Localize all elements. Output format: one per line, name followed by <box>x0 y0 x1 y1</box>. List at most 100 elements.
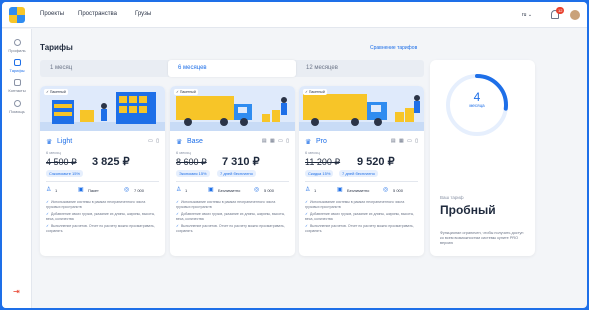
discount-badge: Экономия 15% <box>176 170 210 177</box>
tab-12-months[interactable]: 12 месяцев <box>296 60 424 77</box>
plan-card-light[interactable]: ✓ Пакетный ♛ Light ▭ ▯ 6 месяц 4 500 ₽ 3… <box>40 86 165 256</box>
discount-badge: Скидка 15% <box>305 170 334 177</box>
plan-period: 6 месяц <box>305 150 320 155</box>
tab-1-month[interactable]: 1 месяц <box>40 60 168 77</box>
discount-badge: Сэкономьте 15% <box>46 170 84 177</box>
your-plan-label: Ваш тариф <box>440 195 464 200</box>
plan-name: Light <box>57 138 73 145</box>
feature-item: ✓ Добавление своих грузов, указание их дл… <box>305 212 415 221</box>
current-plan-name: Пробный <box>440 203 496 217</box>
user-icon: ♙ <box>176 187 182 193</box>
nav-spaces[interactable]: Пространства <box>78 11 117 17</box>
weight-value: 5 000 <box>393 188 404 193</box>
plan-period: 6 месяц <box>46 150 61 155</box>
feature-item: ✓ Выполнение расчетов. Отчет по расчету м… <box>176 224 285 233</box>
period-tabs: 1 месяц 6 месяцев 12 месяцев <box>40 60 424 77</box>
plan-period: 6 месяц <box>176 150 191 155</box>
feature-item: ✓ Использование системы в рамках неограни… <box>305 200 405 209</box>
app-window: Проекты Пространства Грузы ru ⌄ 12 Профи… <box>2 2 587 308</box>
divider <box>305 181 418 182</box>
plan-name: Base <box>187 138 203 145</box>
avatar[interactable] <box>570 10 580 20</box>
feature-item: ✓ Выполнение расчетов. Отчет по расчету м… <box>305 224 414 233</box>
weight-icon: ◎ <box>254 187 260 193</box>
users-count: 1 <box>55 188 58 193</box>
language-select[interactable]: ru ⌄ <box>522 12 532 18</box>
feature-item: ✓ Добавление своих грузов, указание их дл… <box>46 212 156 221</box>
device-icons: ▤ ▦ ▭ ▯ <box>390 138 419 144</box>
plan-illustration: ✓ Пакетный <box>40 86 165 131</box>
app-logo[interactable] <box>9 7 25 23</box>
page-title: Тарифы <box>40 43 73 52</box>
crown-icon: ♛ <box>46 139 53 146</box>
remaining-unit: месяца <box>469 103 485 108</box>
wallet-icon <box>13 59 21 66</box>
new-price: 9 520 ₽ <box>357 156 395 168</box>
box-icon: ▣ <box>337 187 343 193</box>
old-price: 8 600 ₽ <box>176 157 207 167</box>
weight-value: 7 000 <box>134 188 145 193</box>
sidebar-item-label: Контакты <box>8 88 26 93</box>
plan-illustration: ✓ Пакетный <box>170 86 295 131</box>
device-icons: ▭ ▯ <box>148 138 160 144</box>
sidebar: Профиль Тарифы Контакты Помощь ⇥ <box>2 29 32 308</box>
compare-tariffs-link[interactable]: Сравнение тарифов <box>370 45 417 51</box>
sidebar-item-tariffs[interactable]: Тарифы <box>2 59 32 73</box>
weight-icon: ◎ <box>383 187 389 193</box>
nav-projects[interactable]: Проекты <box>40 11 64 17</box>
nav-cargo[interactable]: Грузы <box>135 11 151 17</box>
person-icon <box>13 39 21 46</box>
help-icon <box>13 100 21 107</box>
crown-icon: ♛ <box>176 139 183 146</box>
old-price: 4 500 ₽ <box>46 157 77 167</box>
feature-item: ✓ Выполнение расчетов. Отчет по расчету м… <box>46 224 155 233</box>
box-icon: ▣ <box>208 187 214 193</box>
plan-illustration: ✓ Пакетный <box>299 86 424 131</box>
weight-icon: ◎ <box>124 187 130 193</box>
hero-label: ✓ Пакетный <box>174 89 198 95</box>
device-icons: ▤ ▦ ▭ ▯ <box>261 138 290 144</box>
weight-value: 5 000 <box>264 188 275 193</box>
packs-value: Безлимитно <box>347 188 370 193</box>
packs-value: Пакет <box>88 188 99 193</box>
old-price: 11 200 ₽ <box>305 157 341 167</box>
feature-item: ✓ Добавление своих грузов, указание их дл… <box>176 212 286 221</box>
logout-icon[interactable]: ⇥ <box>13 287 20 296</box>
remaining-value: 4 <box>473 90 481 104</box>
sidebar-item-label: Профиль <box>8 48 26 53</box>
plan-specs: ♙ 1 ▣ Безлимитно ◎ 5 000 <box>305 187 419 195</box>
crown-icon: ♛ <box>305 139 312 146</box>
trial-badge: 7 дней бесплатно <box>217 170 256 177</box>
packs-value: Безлимитно <box>218 188 241 193</box>
plan-card-pro[interactable]: ✓ Пакетный ♛ Pro ▤ ▦ ▭ ▯ 6 месяц 11 200 … <box>299 86 424 256</box>
new-price: 3 825 ₽ <box>92 156 130 168</box>
sidebar-item-profile[interactable]: Профиль <box>2 39 32 53</box>
trial-badge: 7 дней бесплатно <box>339 170 378 177</box>
hero-label: ✓ Пакетный <box>44 89 68 95</box>
users-count: 1 <box>185 188 188 193</box>
plan-card-base[interactable]: ✓ Пакетный ♛ Base ▤ ▦ ▭ ▯ 6 месяц 8 600 … <box>170 86 295 256</box>
sidebar-item-help[interactable]: Помощь <box>2 100 32 114</box>
box-icon: ▣ <box>78 187 84 193</box>
user-icon: ♙ <box>305 187 311 193</box>
trial-note: Функционал ограничен, чтобы получить дос… <box>440 231 524 245</box>
hero-label: ✓ Пакетный <box>303 89 327 95</box>
plan-specs: ♙ 1 ▣ Безлимитно ◎ 5 000 <box>176 187 290 195</box>
tab-6-months[interactable]: 6 месяцев <box>168 60 296 77</box>
sidebar-item-label: Помощь <box>9 109 25 114</box>
users-count: 1 <box>314 188 317 193</box>
divider <box>46 181 159 182</box>
notification-badge: 12 <box>556 7 565 14</box>
plan-name: Pro <box>316 138 327 145</box>
top-bar: Проекты Пространства Грузы ru ⌄ 12 <box>2 2 587 28</box>
plan-specs: ♙ 1 ▣ Пакет ◎ 7 000 <box>46 187 160 195</box>
current-plan-panel: 4 месяца Ваш тариф Пробный Функционал ог… <box>430 60 535 256</box>
new-price: 7 310 ₽ <box>222 156 260 168</box>
feature-item: ✓ Использование системы в рамках неограни… <box>46 200 146 209</box>
user-icon: ♙ <box>46 187 52 193</box>
sidebar-item-contacts[interactable]: Контакты <box>2 79 32 93</box>
feature-item: ✓ Использование системы в рамках неограни… <box>176 200 276 209</box>
sidebar-item-label: Тарифы <box>9 68 25 73</box>
divider <box>176 181 289 182</box>
phone-icon <box>13 79 21 86</box>
